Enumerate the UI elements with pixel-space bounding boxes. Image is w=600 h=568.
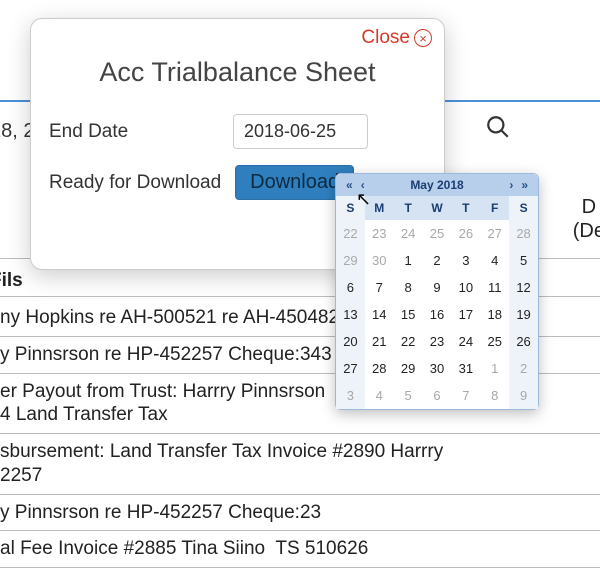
- datepicker-day[interactable]: 9: [423, 274, 452, 301]
- datepicker-dow: W: [423, 196, 452, 220]
- datepicker-day[interactable]: 25: [480, 328, 509, 355]
- datepicker-day[interactable]: 13: [336, 301, 365, 328]
- datepicker-day[interactable]: 27: [336, 355, 365, 382]
- datepicker-day[interactable]: 20: [336, 328, 365, 355]
- datepicker-day[interactable]: 2: [423, 247, 452, 274]
- datepicker-day[interactable]: 6: [336, 274, 365, 301]
- datepicker-month-label[interactable]: May 2018: [369, 178, 506, 192]
- modal-title: Acc Trialbalance Sheet: [49, 57, 426, 88]
- datepicker-day[interactable]: 30: [365, 247, 394, 274]
- datepicker-dow: S: [509, 196, 538, 220]
- datepicker-day[interactable]: 4: [480, 247, 509, 274]
- datepicker-day[interactable]: 7: [451, 382, 480, 409]
- datepicker-day[interactable]: 7: [365, 274, 394, 301]
- datepicker-day[interactable]: 28: [365, 355, 394, 382]
- ready-label: Ready for Download: [49, 172, 221, 194]
- close-label: Close: [361, 27, 410, 49]
- datepicker-day[interactable]: 8: [394, 274, 423, 301]
- datepicker-prev-year[interactable]: «: [342, 178, 357, 192]
- datepicker-day[interactable]: 1: [394, 247, 423, 274]
- datepicker-prev-month[interactable]: ‹: [357, 178, 369, 192]
- datepicker-day[interactable]: 19: [509, 301, 538, 328]
- datepicker-header: « ‹ May 2018 › »: [336, 174, 538, 196]
- datepicker-day[interactable]: 14: [365, 301, 394, 328]
- table-row[interactable]: al Fee Invoice #2885 Tina Siino TS 51062…: [0, 531, 600, 568]
- datepicker-day-grid: 2223242526272829301234567891011121314151…: [336, 220, 538, 409]
- end-date-row: End Date: [49, 114, 426, 149]
- end-date-input[interactable]: [233, 114, 368, 149]
- datepicker-day[interactable]: 23: [365, 220, 394, 247]
- datepicker-day[interactable]: 11: [480, 274, 509, 301]
- datepicker-day[interactable]: 15: [394, 301, 423, 328]
- table-row[interactable]: y Pinnsrson re HP-452257 Cheque:23: [0, 495, 600, 532]
- datepicker-day[interactable]: 27: [480, 220, 509, 247]
- datepicker-day[interactable]: 29: [336, 247, 365, 274]
- datepicker-day[interactable]: 31: [451, 355, 480, 382]
- close-button[interactable]: Close ×: [361, 27, 432, 49]
- datepicker-next-month[interactable]: ›: [505, 178, 517, 192]
- column-header-d: D (De: [573, 195, 600, 243]
- datepicker-day[interactable]: 26: [451, 220, 480, 247]
- datepicker-day[interactable]: 4: [365, 382, 394, 409]
- datepicker-popup: « ‹ May 2018 › » SMTWTFS 222324252627282…: [335, 173, 539, 410]
- datepicker-next-year[interactable]: »: [517, 178, 532, 192]
- datepicker-dow: F: [480, 196, 509, 220]
- datepicker-day[interactable]: 3: [336, 382, 365, 409]
- datepicker-day[interactable]: 30: [423, 355, 452, 382]
- end-date-label: End Date: [49, 121, 219, 143]
- datepicker-day[interactable]: 24: [394, 220, 423, 247]
- datepicker-day[interactable]: 12: [509, 274, 538, 301]
- datepicker-day[interactable]: 9: [509, 382, 538, 409]
- datepicker-dow: M: [365, 196, 394, 220]
- column-header-d-line2: (De: [573, 219, 600, 243]
- datepicker-day[interactable]: 25: [423, 220, 452, 247]
- datepicker-day[interactable]: 24: [451, 328, 480, 355]
- datepicker-day[interactable]: 22: [336, 220, 365, 247]
- datepicker-dow: S: [336, 196, 365, 220]
- datepicker-day[interactable]: 17: [451, 301, 480, 328]
- datepicker-day[interactable]: 26: [509, 328, 538, 355]
- search-icon[interactable]: [481, 110, 515, 144]
- datepicker-dow: T: [451, 196, 480, 220]
- table-row[interactable]: sbursement: Land Transfer Tax Invoice #2…: [0, 434, 600, 495]
- close-icon: ×: [414, 29, 432, 47]
- datepicker-day[interactable]: 22: [394, 328, 423, 355]
- datepicker-day[interactable]: 5: [394, 382, 423, 409]
- datepicker-day[interactable]: 16: [423, 301, 452, 328]
- datepicker-day[interactable]: 5: [509, 247, 538, 274]
- datepicker-day[interactable]: 3: [451, 247, 480, 274]
- datepicker-day[interactable]: 1: [480, 355, 509, 382]
- datepicker-dow: T: [394, 196, 423, 220]
- datepicker-dow-row: SMTWTFS: [336, 196, 538, 220]
- datepicker-day[interactable]: 2: [509, 355, 538, 382]
- column-header-fils: Fils: [0, 270, 23, 292]
- datepicker-day[interactable]: 8: [480, 382, 509, 409]
- column-header-d-line1: D: [573, 195, 600, 219]
- datepicker-day[interactable]: 29: [394, 355, 423, 382]
- datepicker-day[interactable]: 28: [509, 220, 538, 247]
- datepicker-day[interactable]: 23: [423, 328, 452, 355]
- datepicker-day[interactable]: 10: [451, 274, 480, 301]
- datepicker-day[interactable]: 6: [423, 382, 452, 409]
- datepicker-day[interactable]: 21: [365, 328, 394, 355]
- datepicker-day[interactable]: 18: [480, 301, 509, 328]
